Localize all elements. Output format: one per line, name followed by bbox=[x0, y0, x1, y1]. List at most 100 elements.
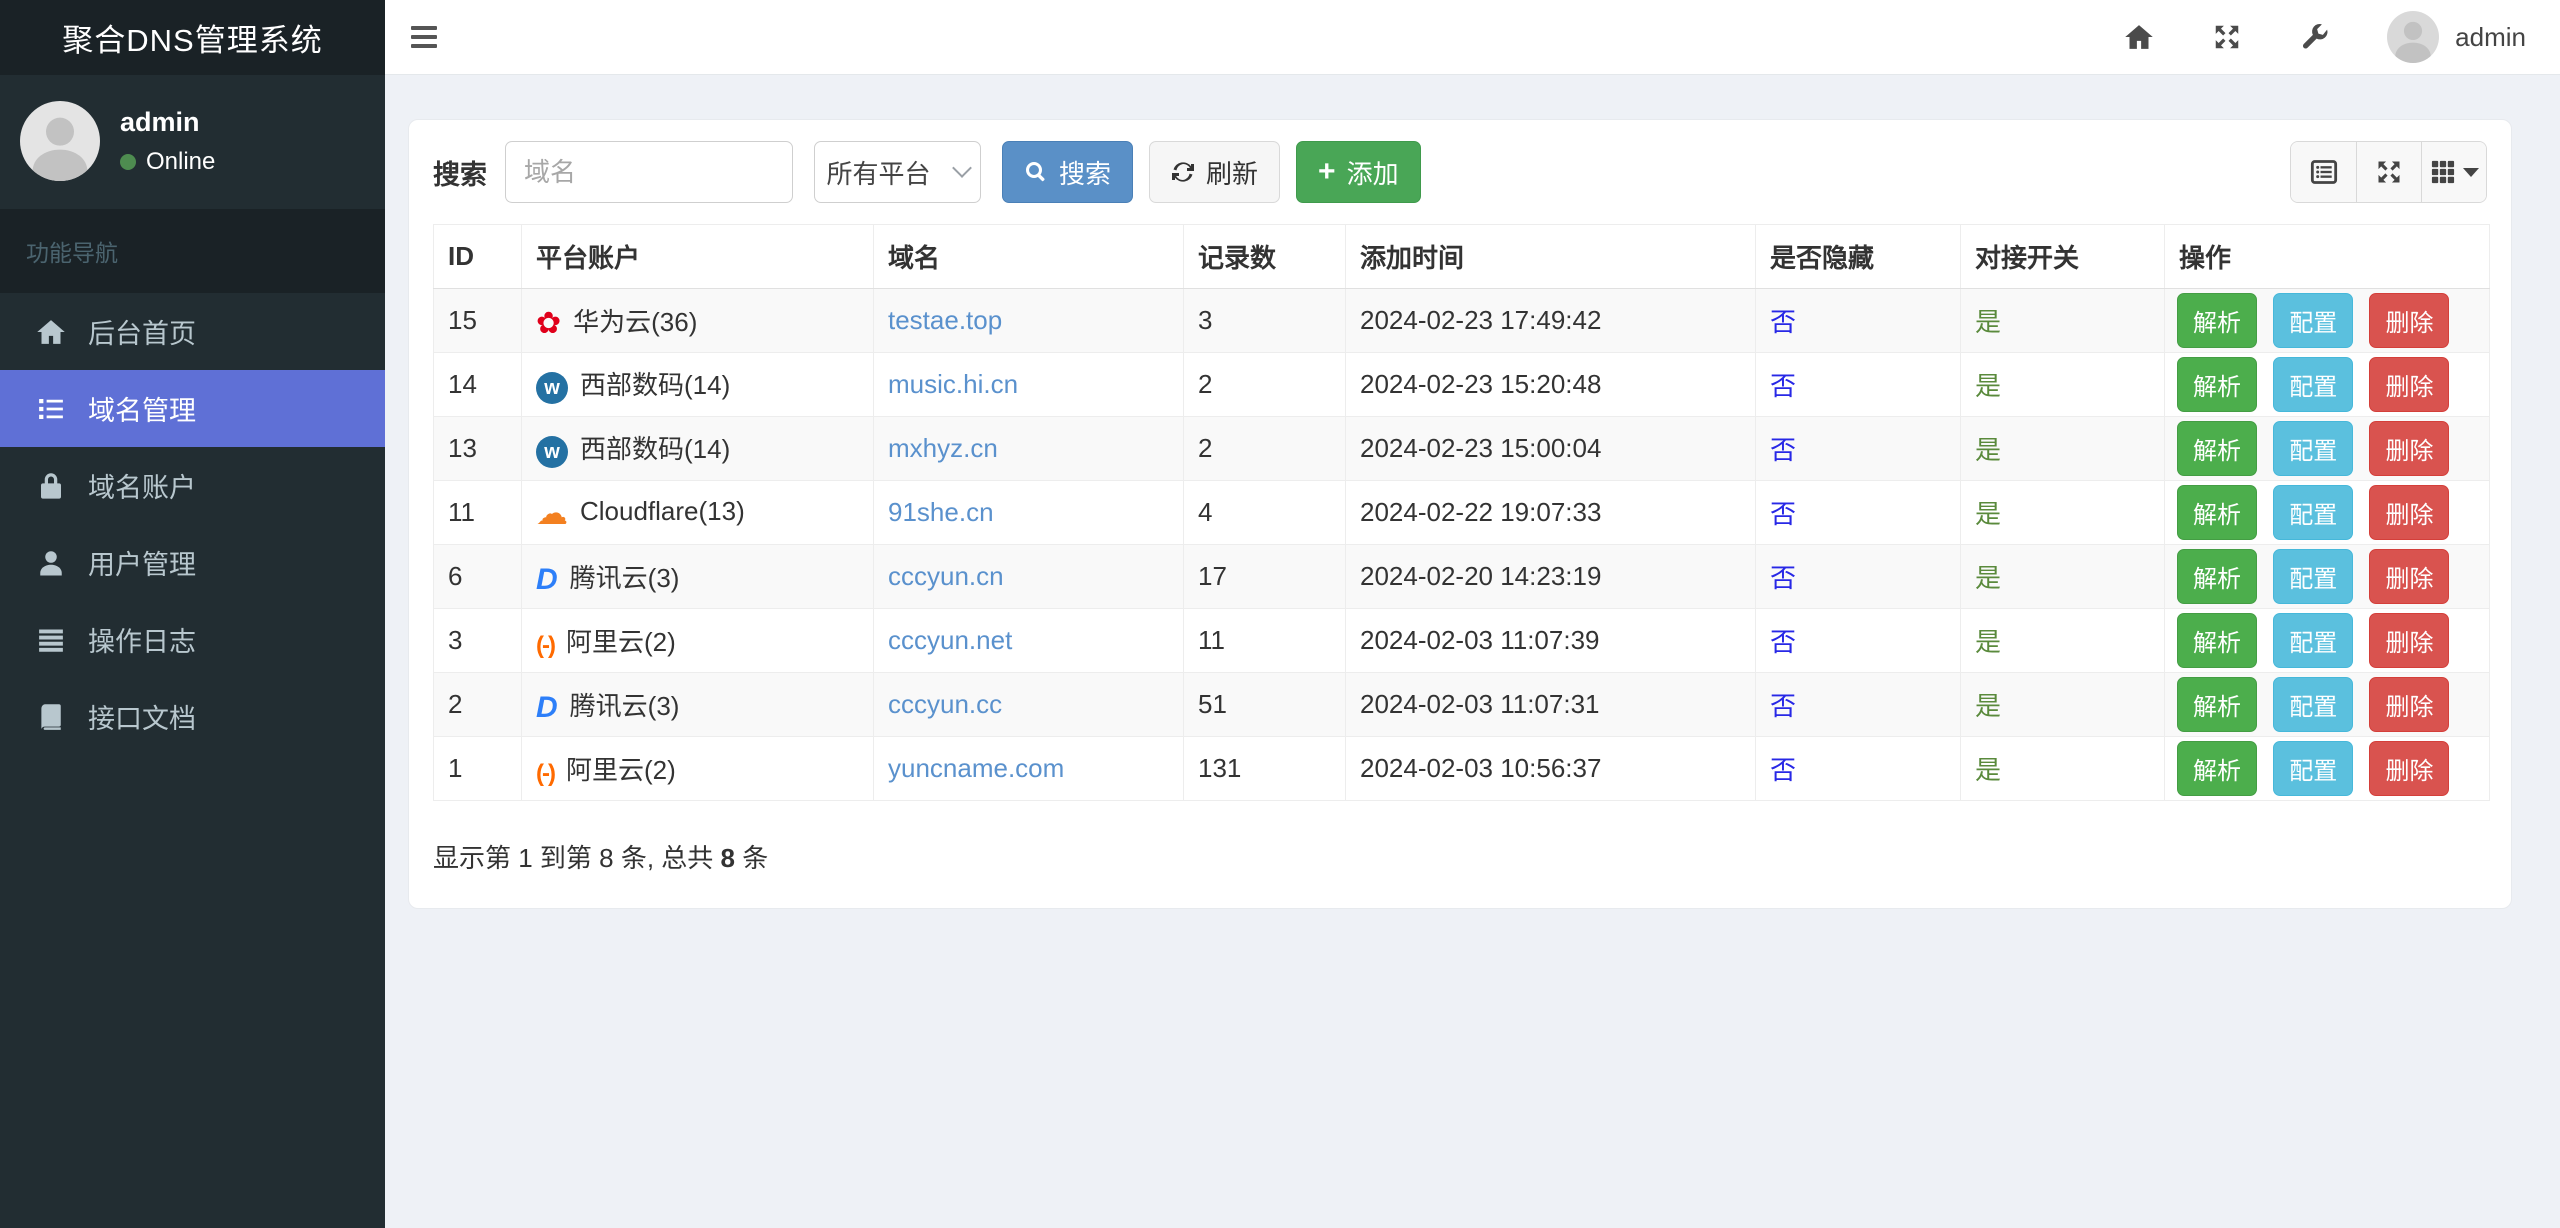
resolve-button[interactable]: 解析 bbox=[2177, 485, 2257, 540]
caret-down-icon bbox=[2463, 167, 2479, 177]
domain-link[interactable]: yuncname.com bbox=[888, 753, 1064, 783]
hidden-toggle[interactable]: 否 bbox=[1770, 371, 1796, 401]
sidebar-item-label: 用户管理 bbox=[88, 550, 196, 580]
delete-button[interactable]: 删除 bbox=[2369, 293, 2450, 348]
domain-link[interactable]: 91she.cn bbox=[888, 497, 994, 527]
delete-button[interactable]: 删除 bbox=[2369, 613, 2450, 668]
switch-toggle[interactable]: 是 bbox=[1975, 627, 2001, 657]
search-input[interactable] bbox=[505, 141, 793, 203]
cell-domain: testae.top bbox=[873, 288, 1184, 353]
fullscreen-icon[interactable] bbox=[2211, 21, 2243, 53]
refresh-button[interactable]: 刷新 bbox=[1149, 141, 1281, 203]
config-button[interactable]: 配置 bbox=[2273, 485, 2354, 540]
config-button[interactable]: 配置 bbox=[2273, 357, 2354, 412]
config-button[interactable]: 配置 bbox=[2273, 741, 2354, 796]
delete-button[interactable]: 删除 bbox=[2369, 421, 2450, 476]
delete-button[interactable]: 删除 bbox=[2369, 677, 2450, 732]
switch-toggle[interactable]: 是 bbox=[1975, 563, 2001, 593]
domain-link[interactable]: music.hi.cn bbox=[888, 369, 1018, 399]
search-label: 搜索 bbox=[433, 159, 487, 190]
cell-domain: 91she.cn bbox=[873, 480, 1184, 545]
cell-id: 1 bbox=[433, 736, 522, 801]
switch-toggle[interactable]: 是 bbox=[1975, 371, 2001, 401]
platform-select[interactable]: 所有平台 bbox=[814, 141, 981, 203]
sidebar-item-api-docs[interactable]: 接口文档 bbox=[0, 678, 385, 755]
home-icon[interactable] bbox=[2123, 21, 2155, 53]
hidden-toggle[interactable]: 否 bbox=[1770, 755, 1796, 785]
resolve-button[interactable]: 解析 bbox=[2177, 549, 2257, 604]
fullscreen-view-button[interactable] bbox=[2356, 142, 2421, 202]
hidden-toggle[interactable]: 否 bbox=[1770, 563, 1796, 593]
sidebar-item-logs[interactable]: 操作日志 bbox=[0, 601, 385, 678]
config-button[interactable]: 配置 bbox=[2273, 613, 2354, 668]
status-label: Online bbox=[146, 147, 216, 175]
sidebar-item-domains[interactable]: 域名管理 bbox=[0, 370, 385, 447]
table-row: 15 华为云(36) testae.top 3 2024-02-23 17:49… bbox=[433, 288, 2490, 353]
domain-link[interactable]: cccyun.cn bbox=[888, 561, 1004, 591]
switch-toggle[interactable]: 是 bbox=[1975, 499, 2001, 529]
resolve-button[interactable]: 解析 bbox=[2177, 421, 2257, 476]
hidden-toggle[interactable]: 否 bbox=[1770, 307, 1796, 337]
cell-id: 15 bbox=[433, 288, 522, 353]
sidebar-item-accounts[interactable]: 域名账户 bbox=[0, 447, 385, 524]
switch-toggle[interactable]: 是 bbox=[1975, 755, 2001, 785]
menu-toggle-icon[interactable] bbox=[411, 26, 437, 48]
switch-toggle[interactable]: 是 bbox=[1975, 691, 2001, 721]
sidebar-item-users[interactable]: 用户管理 bbox=[0, 524, 385, 601]
delete-button[interactable]: 删除 bbox=[2369, 485, 2450, 540]
cell-platform: 腾讯云(3) bbox=[521, 544, 874, 609]
resolve-button[interactable]: 解析 bbox=[2177, 677, 2257, 732]
col-added: 添加时间 bbox=[1345, 224, 1756, 289]
hidden-toggle[interactable]: 否 bbox=[1770, 499, 1796, 529]
cell-added: 2024-02-23 15:00:04 bbox=[1345, 416, 1756, 481]
refresh-icon bbox=[1172, 162, 1195, 182]
columns-view-button[interactable] bbox=[2421, 142, 2486, 202]
tencent-icon bbox=[536, 565, 558, 595]
delete-button[interactable]: 删除 bbox=[2369, 357, 2450, 412]
table-row: 14 西部数码(14) music.hi.cn 2 2024-02-23 15:… bbox=[433, 352, 2490, 417]
domain-link[interactable]: testae.top bbox=[888, 305, 1002, 335]
platform-select-value: 所有平台 bbox=[826, 158, 931, 189]
cell-domain: cccyun.cn bbox=[873, 544, 1184, 609]
cell-hidden: 否 bbox=[1755, 608, 1961, 673]
cell-platform: 腾讯云(3) bbox=[521, 672, 874, 737]
domain-link[interactable]: mxhyz.cn bbox=[888, 433, 998, 463]
col-domain: 域名 bbox=[873, 224, 1184, 289]
domain-link[interactable]: cccyun.cc bbox=[888, 689, 1002, 719]
resolve-button[interactable]: 解析 bbox=[2177, 613, 2257, 668]
aliyun-icon bbox=[536, 631, 554, 658]
toolbar: 搜索 所有平台 搜索 刷新 + 添加 bbox=[433, 141, 2487, 203]
hidden-toggle[interactable]: 否 bbox=[1770, 627, 1796, 657]
resolve-button[interactable]: 解析 bbox=[2177, 357, 2257, 412]
switch-toggle[interactable]: 是 bbox=[1975, 435, 2001, 465]
pagination-summary: 显示第 1 到第 8 条, 总共 8 条 bbox=[433, 843, 769, 873]
delete-button[interactable]: 删除 bbox=[2369, 549, 2450, 604]
huawei-icon bbox=[536, 309, 561, 339]
domain-link[interactable]: cccyun.net bbox=[888, 625, 1012, 655]
hidden-toggle[interactable]: 否 bbox=[1770, 691, 1796, 721]
cell-domain: yuncname.com bbox=[873, 736, 1184, 801]
col-records: 记录数 bbox=[1183, 224, 1346, 289]
config-button[interactable]: 配置 bbox=[2273, 677, 2354, 732]
sidebar-item-label: 后台首页 bbox=[88, 319, 196, 349]
hidden-toggle[interactable]: 否 bbox=[1770, 435, 1796, 465]
resolve-button[interactable]: 解析 bbox=[2177, 741, 2257, 796]
detail-view-button[interactable] bbox=[2291, 142, 2356, 202]
sidebar-item-label: 域名管理 bbox=[88, 396, 196, 426]
cell-hidden: 否 bbox=[1755, 544, 1961, 609]
online-dot-icon bbox=[120, 153, 136, 170]
sidebar-item-dashboard[interactable]: 后台首页 bbox=[0, 293, 385, 370]
delete-button[interactable]: 删除 bbox=[2369, 741, 2450, 796]
wrench-icon[interactable] bbox=[2299, 21, 2331, 53]
add-button[interactable]: + 添加 bbox=[1296, 141, 1421, 203]
user-menu[interactable]: admin bbox=[2387, 11, 2526, 63]
fullscreen-view-icon bbox=[2378, 161, 2400, 183]
config-button[interactable]: 配置 bbox=[2273, 293, 2354, 348]
config-button[interactable]: 配置 bbox=[2273, 549, 2354, 604]
switch-toggle[interactable]: 是 bbox=[1975, 307, 2001, 337]
search-button[interactable]: 搜索 bbox=[1002, 141, 1134, 203]
total-count: 8 bbox=[720, 843, 735, 873]
resolve-button[interactable]: 解析 bbox=[2177, 293, 2257, 348]
sidebar-username: admin bbox=[120, 106, 200, 137]
config-button[interactable]: 配置 bbox=[2273, 421, 2354, 476]
